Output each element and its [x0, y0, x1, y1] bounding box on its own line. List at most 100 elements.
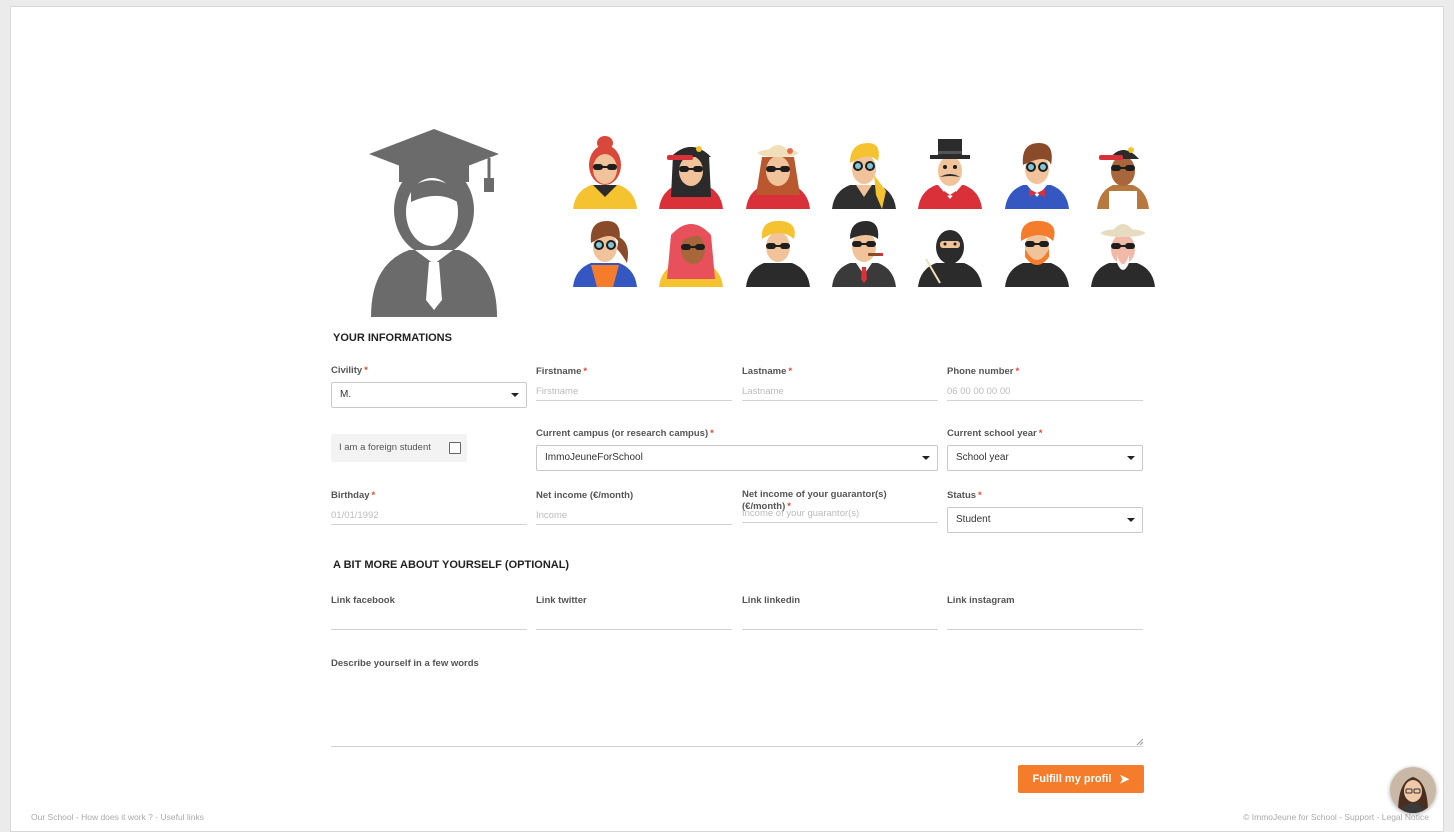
- footer-link-useful-links[interactable]: Useful links: [160, 812, 203, 822]
- section-title-more-about: A BIT MORE ABOUT YOURSELF (OPTIONAL): [333, 559, 570, 571]
- campus-select[interactable]: ImmoJeuneForSchool: [536, 445, 938, 471]
- guarantor-income-field: Net income of your guarantor(s) (€/month…: [742, 489, 938, 523]
- footer-link-legal-notice[interactable]: Legal Notice: [1382, 812, 1429, 822]
- footer-link-how-it-works[interactable]: How does it work ?: [81, 812, 153, 822]
- avatar-blonde-glasses-man-icon[interactable]: [742, 213, 814, 287]
- fulfill-profile-button[interactable]: Fulfill my profil ➤: [1018, 765, 1144, 793]
- avatar-row: [569, 213, 1159, 289]
- firstname-input[interactable]: Firstname: [536, 383, 732, 401]
- civility-field: Civility * M.: [331, 364, 527, 408]
- facebook-label: Link facebook: [331, 595, 395, 606]
- birthday-input[interactable]: 01/01/1992: [331, 507, 527, 525]
- facebook-input[interactable]: [331, 612, 527, 630]
- describe-textarea[interactable]: [331, 681, 1143, 747]
- footer-separator: -: [73, 812, 82, 822]
- support-agent-icon: [1390, 767, 1436, 813]
- campus-value: ImmoJeuneForSchool: [545, 452, 643, 463]
- required-mark: *: [710, 428, 714, 439]
- chat-support-avatar[interactable]: [1390, 767, 1436, 813]
- status-field: Status * Student: [947, 489, 1143, 533]
- avatar-ninja-icon[interactable]: [914, 213, 986, 287]
- instagram-field: Link instagram: [947, 594, 1143, 630]
- chevron-down-icon: [1127, 456, 1135, 460]
- campus-label: Current campus (or research campus): [536, 428, 709, 439]
- net-income-field: Net income (€/month) Income: [536, 489, 732, 525]
- footer-links: Our School - How does it work ? - Useful…: [31, 812, 204, 822]
- avatar-explorer-man-icon[interactable]: [1087, 213, 1159, 287]
- phone-label: Phone number: [947, 366, 1014, 377]
- footer-link-our-school[interactable]: Our School: [31, 812, 74, 822]
- resize-handle-icon[interactable]: [1136, 738, 1143, 745]
- describe-field: Describe yourself in a few words: [331, 657, 1143, 747]
- chevron-down-icon: [922, 456, 930, 460]
- page: YOUR INFORMATIONS Civility * M. Firstname…: [10, 6, 1444, 832]
- twitter-field: Link twitter: [536, 594, 732, 630]
- linkedin-label: Link linkedin: [742, 595, 801, 606]
- school-year-label: Current school year: [947, 428, 1037, 439]
- twitter-input[interactable]: [536, 612, 732, 630]
- lastname-input[interactable]: Lastname: [742, 383, 938, 401]
- net-income-label: Net income (€/month): [536, 490, 634, 501]
- foreign-student-label: I am a foreign student: [339, 442, 431, 453]
- avatar-row: [569, 135, 1159, 211]
- describe-label: Describe yourself in a few words: [331, 658, 479, 669]
- avatar-bowtie-man-icon[interactable]: [1001, 135, 1073, 209]
- school-year-value: School year: [956, 452, 1009, 463]
- avatar-cap-woman-icon[interactable]: [655, 135, 727, 209]
- avatar-blonde-man-icon[interactable]: [828, 135, 900, 209]
- firstname-label: Firstname: [536, 366, 582, 377]
- birthday-field: Birthday * 01/01/1992: [331, 489, 527, 525]
- birthday-label: Birthday: [331, 490, 370, 501]
- status-value: Student: [956, 514, 991, 525]
- foreign-student-toggle[interactable]: I am a foreign student: [331, 434, 467, 462]
- footer-legal: © ImmoJeune for School - Support - Legal…: [1243, 812, 1429, 822]
- lastname-field: Lastname * Lastname: [742, 365, 938, 401]
- avatar-cigar-man-icon[interactable]: [828, 213, 900, 287]
- foreign-student-checkbox[interactable]: [449, 442, 461, 454]
- net-income-input[interactable]: Income: [536, 507, 732, 525]
- footer-link-support[interactable]: Support: [1344, 812, 1374, 822]
- avatar-tophat-man-icon[interactable]: [914, 135, 986, 209]
- graduate-avatar-icon[interactable]: [359, 122, 509, 322]
- section-title-your-informations: YOUR INFORMATIONS: [333, 332, 452, 344]
- instagram-label: Link instagram: [947, 595, 1015, 606]
- avatar-pink-hair-woman-icon[interactable]: [655, 213, 727, 287]
- twitter-label: Link twitter: [536, 595, 587, 606]
- linkedin-input[interactable]: [742, 612, 938, 630]
- school-year-field: Current school year * School year: [947, 427, 1143, 471]
- chevron-down-icon: [1127, 518, 1135, 522]
- required-mark: *: [583, 366, 588, 377]
- civility-label: Civility: [331, 365, 363, 376]
- avatar-ponytail-woman-icon[interactable]: [569, 213, 641, 287]
- footer-separator: -: [1374, 812, 1382, 822]
- avatar-hat-woman-icon[interactable]: [742, 135, 814, 209]
- arrow-right-icon: ➤: [1119, 772, 1130, 786]
- required-mark: *: [1038, 428, 1043, 439]
- lastname-label: Lastname: [742, 366, 787, 377]
- avatar-red-hair-woman-icon[interactable]: [569, 135, 641, 209]
- campus-field: Current campus (or research campus) * Imm…: [536, 427, 938, 471]
- required-mark: *: [364, 365, 368, 376]
- required-mark: *: [371, 490, 376, 501]
- avatar-ginger-beard-man-icon[interactable]: [1001, 213, 1073, 287]
- required-mark: *: [1015, 366, 1020, 377]
- firstname-field: Firstname * Firstname: [536, 365, 732, 401]
- footer-copyright: © ImmoJeune for School: [1243, 812, 1337, 822]
- status-label: Status: [947, 490, 977, 501]
- instagram-input[interactable]: [947, 612, 1143, 630]
- required-mark: *: [978, 490, 982, 501]
- fulfill-profile-label: Fulfill my profil: [1032, 773, 1112, 785]
- status-select[interactable]: Student: [947, 507, 1143, 533]
- required-mark: *: [788, 366, 793, 377]
- phone-input[interactable]: 06 00 00 00 00: [947, 383, 1143, 401]
- chevron-down-icon: [511, 393, 519, 397]
- civility-value: M.: [340, 389, 352, 400]
- guarantor-income-input[interactable]: Income of your guarantor(s): [742, 505, 938, 523]
- avatar-gallery: [569, 135, 1159, 289]
- facebook-field: Link facebook: [331, 594, 527, 630]
- avatar-cap-man-icon[interactable]: [1087, 135, 1159, 209]
- civility-select[interactable]: M.: [331, 382, 527, 408]
- phone-field: Phone number * 06 00 00 00 00: [947, 365, 1143, 401]
- linkedin-field: Link linkedin: [742, 594, 938, 630]
- school-year-select[interactable]: School year: [947, 445, 1143, 471]
